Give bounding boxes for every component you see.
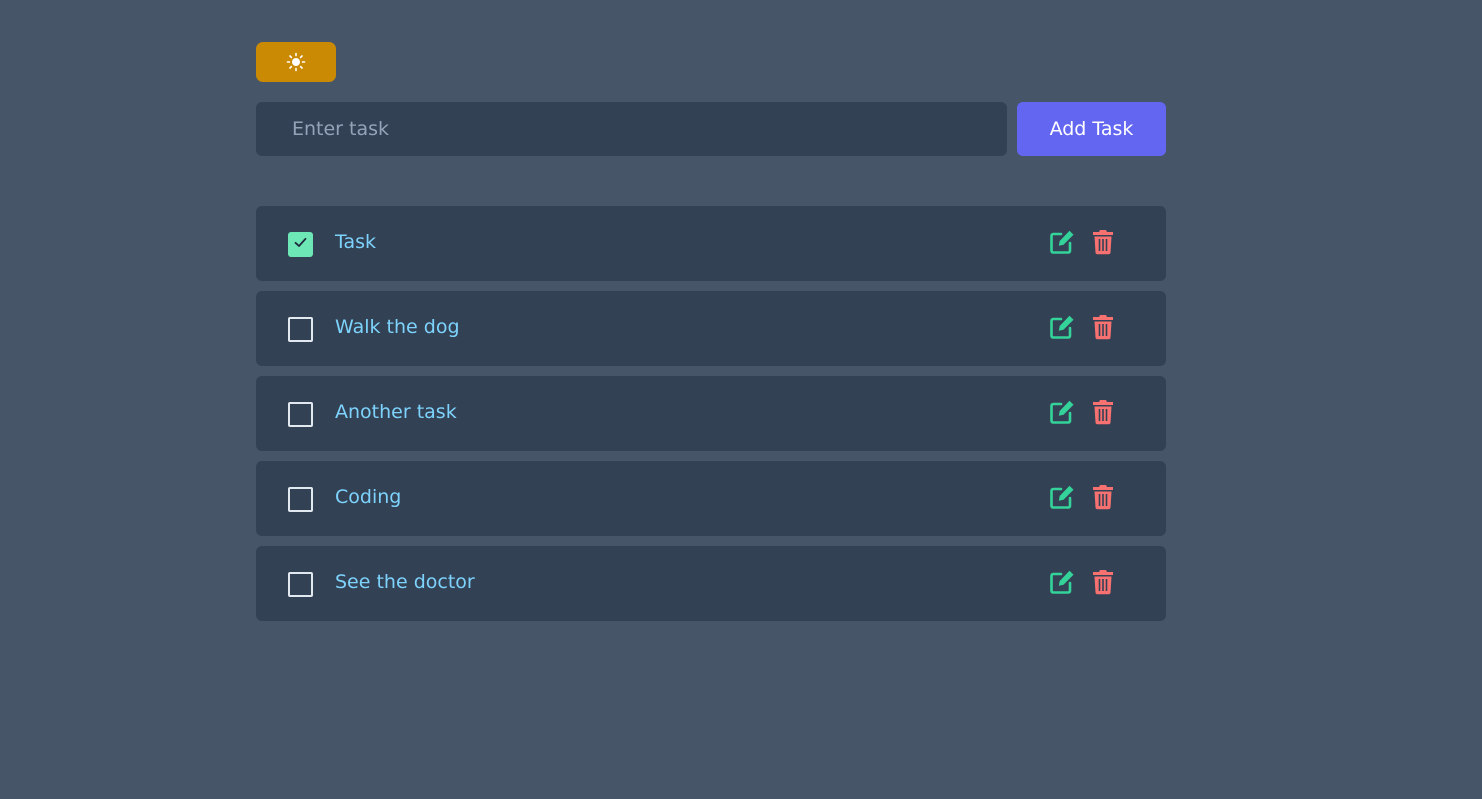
edit-icon <box>1049 314 1076 344</box>
edit-icon <box>1049 484 1076 514</box>
trash-icon <box>1092 399 1114 429</box>
task-checkbox[interactable] <box>288 317 313 342</box>
edit-icon <box>1049 229 1076 259</box>
task-label: Task <box>335 231 377 253</box>
delete-button[interactable] <box>1089 230 1117 258</box>
delete-button[interactable] <box>1089 485 1117 513</box>
edit-icon <box>1049 399 1076 429</box>
task-label: Another task <box>335 401 457 423</box>
trash-icon <box>1092 229 1114 259</box>
task-input[interactable] <box>256 102 1007 156</box>
checkmark-icon <box>293 235 308 254</box>
edit-icon <box>1049 569 1076 599</box>
task-item: Walk the dog <box>256 291 1166 366</box>
task-label: See the doctor <box>335 571 475 593</box>
delete-button[interactable] <box>1089 570 1117 598</box>
trash-icon <box>1092 569 1114 599</box>
sun-icon <box>286 52 306 72</box>
task-checkbox[interactable] <box>288 487 313 512</box>
task-list: Task Walk the dog Another task Coding Se… <box>256 206 1166 621</box>
task-item: Another task <box>256 376 1166 451</box>
todo-app: Add Task Task <box>256 42 1166 637</box>
add-task-button[interactable]: Add Task <box>1017 102 1166 156</box>
theme-toggle-button[interactable] <box>256 42 336 82</box>
trash-icon <box>1092 314 1114 344</box>
task-item: Coding <box>256 461 1166 536</box>
edit-button[interactable] <box>1048 485 1076 513</box>
edit-button[interactable] <box>1048 570 1076 598</box>
task-label: Walk the dog <box>335 316 460 338</box>
trash-icon <box>1092 484 1114 514</box>
add-task-form: Add Task <box>256 102 1166 156</box>
task-item: Task <box>256 206 1166 281</box>
delete-button[interactable] <box>1089 315 1117 343</box>
task-item: See the doctor <box>256 546 1166 621</box>
edit-button[interactable] <box>1048 315 1076 343</box>
edit-button[interactable] <box>1048 230 1076 258</box>
edit-button[interactable] <box>1048 400 1076 428</box>
task-checkbox[interactable] <box>288 572 313 597</box>
task-label: Coding <box>335 486 402 508</box>
task-checkbox[interactable] <box>288 402 313 427</box>
task-checkbox[interactable] <box>288 232 313 257</box>
delete-button[interactable] <box>1089 400 1117 428</box>
